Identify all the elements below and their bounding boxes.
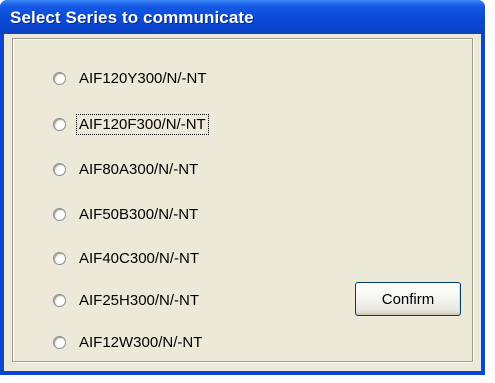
series-option-aif50b300[interactable]: AIF50B300/N/-NT (53, 202, 201, 226)
radio-button[interactable] (53, 251, 66, 265)
radio-button[interactable] (53, 162, 66, 176)
background (485, 0, 495, 383)
radio-button[interactable] (53, 293, 66, 307)
series-option-label: AIF40C300/N/-NT (79, 249, 200, 267)
title-bar[interactable]: Select Series to communicate (0, 0, 485, 34)
series-option-aif12w300[interactable]: AIF12W300/N/-NT (53, 330, 205, 354)
series-option-aif120f300[interactable]: AIF120F300/N/-NT (53, 112, 209, 136)
confirm-button[interactable]: Confirm (355, 282, 461, 316)
series-option-aif80a300[interactable]: AIF80A300/N/-NT (53, 157, 201, 181)
series-option-aif40c300[interactable]: AIF40C300/N/-NT (53, 246, 202, 270)
dialog-window: Select Series to communicate AIF120Y300/… (0, 0, 485, 375)
dialog-title: Select Series to communicate (10, 8, 254, 27)
series-option-label: AIF80A300/N/-NT (79, 160, 199, 178)
series-option-label: AIF120Y300/N/-NT (79, 69, 207, 87)
series-option-label: AIF12W300/N/-NT (79, 333, 203, 351)
radio-button[interactable] (53, 207, 66, 221)
series-option-label: AIF25H300/N/-NT (79, 291, 200, 309)
series-option-label: AIF120F300/N/-NT (76, 113, 209, 135)
series-option-aif120y300[interactable]: AIF120Y300/N/-NT (53, 66, 210, 90)
series-option-label: AIF50B300/N/-NT (79, 205, 199, 223)
dialog-body: AIF120Y300/N/-NT AIF120F300/N/-NT AIF80A… (4, 34, 481, 371)
series-group-box: AIF120Y300/N/-NT AIF120F300/N/-NT AIF80A… (12, 38, 473, 362)
radio-button[interactable] (53, 335, 66, 349)
radio-button[interactable] (53, 71, 66, 85)
radio-button[interactable] (53, 117, 66, 131)
series-option-aif25h300[interactable]: AIF25H300/N/-NT (53, 288, 202, 312)
